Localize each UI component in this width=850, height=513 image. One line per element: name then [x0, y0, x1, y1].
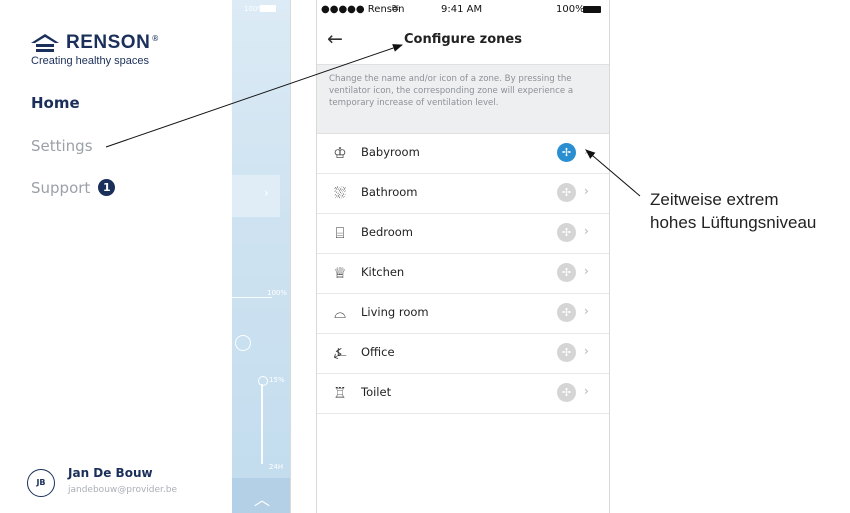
- annotation-label: Zeitweise extrem hohes Lüftungsniveau: [650, 188, 816, 234]
- annotation-arrows: [105, 44, 641, 197]
- annotation-line-2: hohes Lüftungsniveau: [650, 213, 817, 232]
- annotation-line-1: Zeitweise extrem: [650, 190, 779, 209]
- arrow-settings-to-configure: [105, 44, 403, 148]
- arrow-annotation-to-fan: [585, 149, 641, 197]
